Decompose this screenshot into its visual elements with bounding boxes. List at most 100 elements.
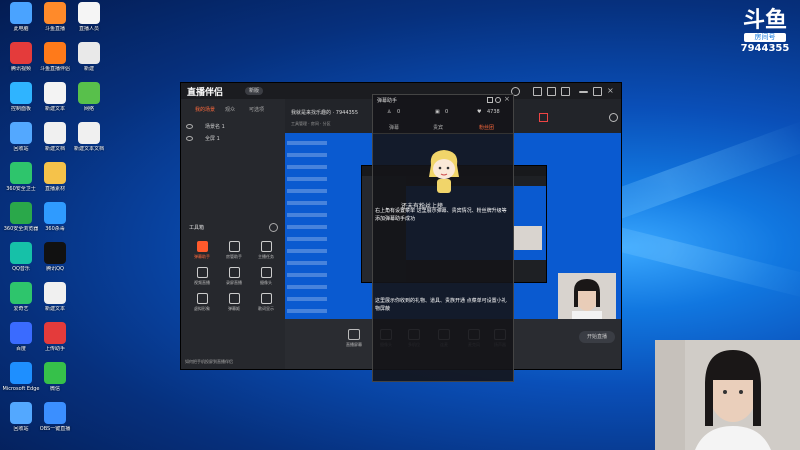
app-icon [10, 322, 32, 344]
minimize-icon[interactable] [579, 91, 588, 93]
tab-audience[interactable]: 观众 [225, 106, 235, 113]
panel-tabs: 弹幕 贵宾 粉丝团 [373, 121, 513, 134]
stat-gifts: 0 [445, 109, 449, 115]
tool-button[interactable]: 主播任务 [253, 241, 279, 260]
desktop-icon-label: 斗鱼直播伴侣 [39, 66, 70, 72]
skin-icon[interactable] [561, 87, 570, 96]
desktop-icon[interactable]: 腾讯QQ [36, 242, 74, 272]
desktop-icon[interactable]: 360杀毒 [36, 202, 74, 232]
help-text-danmu: 右上角有设置菜单 这里展示弹幕、贵宾情况、粉丝牌升级等 添加弹幕助手成功 [375, 208, 507, 222]
desktop-icon[interactable]: 直播人员 [70, 2, 108, 32]
desktop-icon[interactable]: 新建文本文档 [70, 122, 108, 152]
tool-button[interactable]: 歌词显示 [253, 293, 279, 312]
scene-panel: 我的场景 观众 可选项 场景名 1 全屏 1 工具箱 弹幕助手 房管助手 主播任务视… [181, 99, 285, 369]
desktop-icon[interactable]: 腾讯视频 [2, 42, 40, 72]
tool-icon [196, 241, 208, 252]
desktop-icon[interactable]: 回收站 [2, 122, 40, 152]
tool-icon [260, 293, 272, 304]
desktop-icon-label: 斗鱼直播 [44, 26, 65, 32]
preview-nested-cam [514, 226, 542, 250]
close-icon[interactable]: × [607, 87, 614, 95]
desktop-icon[interactable]: 斗鱼直播伴侣 [36, 42, 74, 72]
tool-button[interactable]: 视频直播 [189, 267, 215, 286]
lock-icon[interactable] [487, 97, 493, 103]
room-title[interactable]: 我就是来找乐趣的 · 7944355 [291, 109, 358, 116]
desktop-icon[interactable]: Microsoft Edge [2, 362, 40, 392]
desktop-icon-label: 回收站 [13, 426, 29, 432]
scene-item[interactable]: 场景名 1 [205, 123, 225, 130]
app-icon [10, 122, 32, 144]
desktop-icon-label: 直播素材 [44, 186, 65, 192]
desktop-icon[interactable]: 新建文本 [36, 282, 74, 312]
desktop-icon[interactable]: OBS一键直播 [36, 402, 74, 432]
gear-icon[interactable] [495, 97, 501, 103]
tab-scenes[interactable]: 我的场景 [195, 106, 215, 113]
desktop-icon-label: 爱奇艺 [13, 306, 29, 312]
scene-item[interactable]: 全屏 1 [205, 135, 220, 142]
app-brand: 直播伴侣 [187, 88, 224, 98]
desktop-icon[interactable]: 此电脑 [2, 2, 40, 32]
desktop-icon-label: Microsoft Edge [2, 386, 40, 392]
desktop-icon[interactable]: QQ音乐 [2, 242, 40, 272]
gift-icon[interactable] [539, 113, 548, 122]
desktop-icon-label: 网络 [83, 106, 94, 112]
desktop-icon[interactable]: 新建文档 [36, 122, 74, 152]
close-icon[interactable]: × [504, 95, 510, 103]
tool-label: 虚拟形象 [194, 306, 210, 311]
desktop-icon[interactable]: 上传助手 [36, 322, 74, 352]
control-button[interactable]: 直播屏幕 [343, 329, 365, 348]
user-icon: ♙ [387, 109, 392, 115]
douyu-logo: 斗鱼 [742, 8, 787, 33]
desktop-icon[interactable]: 直播素材 [36, 162, 74, 192]
maximize-icon[interactable] [593, 87, 602, 96]
desktop-icon-label: 新建文本 [44, 106, 65, 112]
tool-button[interactable]: 录屏直播 [221, 267, 247, 286]
desktop-icon[interactable]: 360安全浏览器 [2, 202, 40, 232]
message-icon[interactable] [533, 87, 542, 96]
share-icon[interactable] [609, 113, 618, 122]
tool-icon [196, 267, 208, 278]
more-icon[interactable] [269, 223, 278, 232]
webcam-preview-small [558, 273, 616, 319]
tool-button[interactable]: 弹幕姬 [221, 293, 247, 312]
eye-icon[interactable] [186, 124, 193, 129]
app-icon [44, 202, 66, 224]
room-meta[interactable]: 工具管理 · 房间 · 分区 [291, 121, 331, 127]
tab-options[interactable]: 可选项 [249, 106, 264, 113]
room-tag: 房间号 [744, 33, 786, 42]
tool-button[interactable]: 房管助手 [221, 241, 247, 260]
desktop-icon[interactable]: 微信 [36, 362, 74, 392]
desktop-icon-label: 新建 [83, 66, 94, 72]
desktop-icon[interactable]: 控制面板 [2, 82, 40, 112]
desktop-icon-label: 新建文档 [44, 146, 65, 152]
phone-cast-tip[interactable]: 如何把手机投屏到直播伴侣 [185, 359, 233, 365]
control-icon [348, 329, 360, 340]
panel-stats: ♙ 0 ▣ 0 ♥ 4738 [373, 107, 513, 119]
desktop-icon[interactable]: 360安全卫士 [2, 162, 40, 192]
tool-icon [260, 267, 272, 278]
desktop-icon[interactable]: 网络 [70, 82, 108, 112]
eye-icon[interactable] [186, 136, 193, 141]
desktop-icon[interactable]: 百度 [2, 322, 40, 352]
desktop-icon[interactable]: 新建文本 [36, 82, 74, 112]
desktop-icon-label: 回收站 [13, 146, 29, 152]
tab-vip[interactable]: 贵宾 [433, 124, 443, 131]
desktop-icon[interactable]: 回收站 [2, 402, 40, 432]
desktop-icon[interactable]: 爱奇艺 [2, 282, 40, 312]
tool-label: 摄像头 [260, 280, 272, 285]
tool-icon [228, 241, 240, 252]
danmu-assistant-panel: 弹幕助手 × ♙ 0 ▣ 0 ♥ 4738 弹幕 贵宾 粉丝团 还未有粉丝上榜 … [372, 94, 514, 382]
start-live-button[interactable]: 开始直播 [579, 331, 615, 343]
tool-label: 视频直播 [194, 280, 210, 285]
desktop-icon-label: 上传助手 [44, 346, 65, 352]
tool-icon [196, 293, 208, 304]
tool-button[interactable]: 弹幕助手 [189, 241, 215, 260]
tool-button[interactable]: 虚拟形象 [189, 293, 215, 312]
tab-danmu[interactable]: 弹幕 [389, 124, 399, 131]
settings-icon[interactable] [547, 87, 556, 96]
version-badge[interactable]: 新版 [245, 87, 264, 95]
tab-fans[interactable]: 粉丝团 [479, 124, 494, 131]
tool-button[interactable]: 摄像头 [253, 267, 279, 286]
desktop-icon[interactable]: 斗鱼直播 [36, 2, 74, 32]
desktop-icon[interactable]: 新建 [70, 42, 108, 72]
